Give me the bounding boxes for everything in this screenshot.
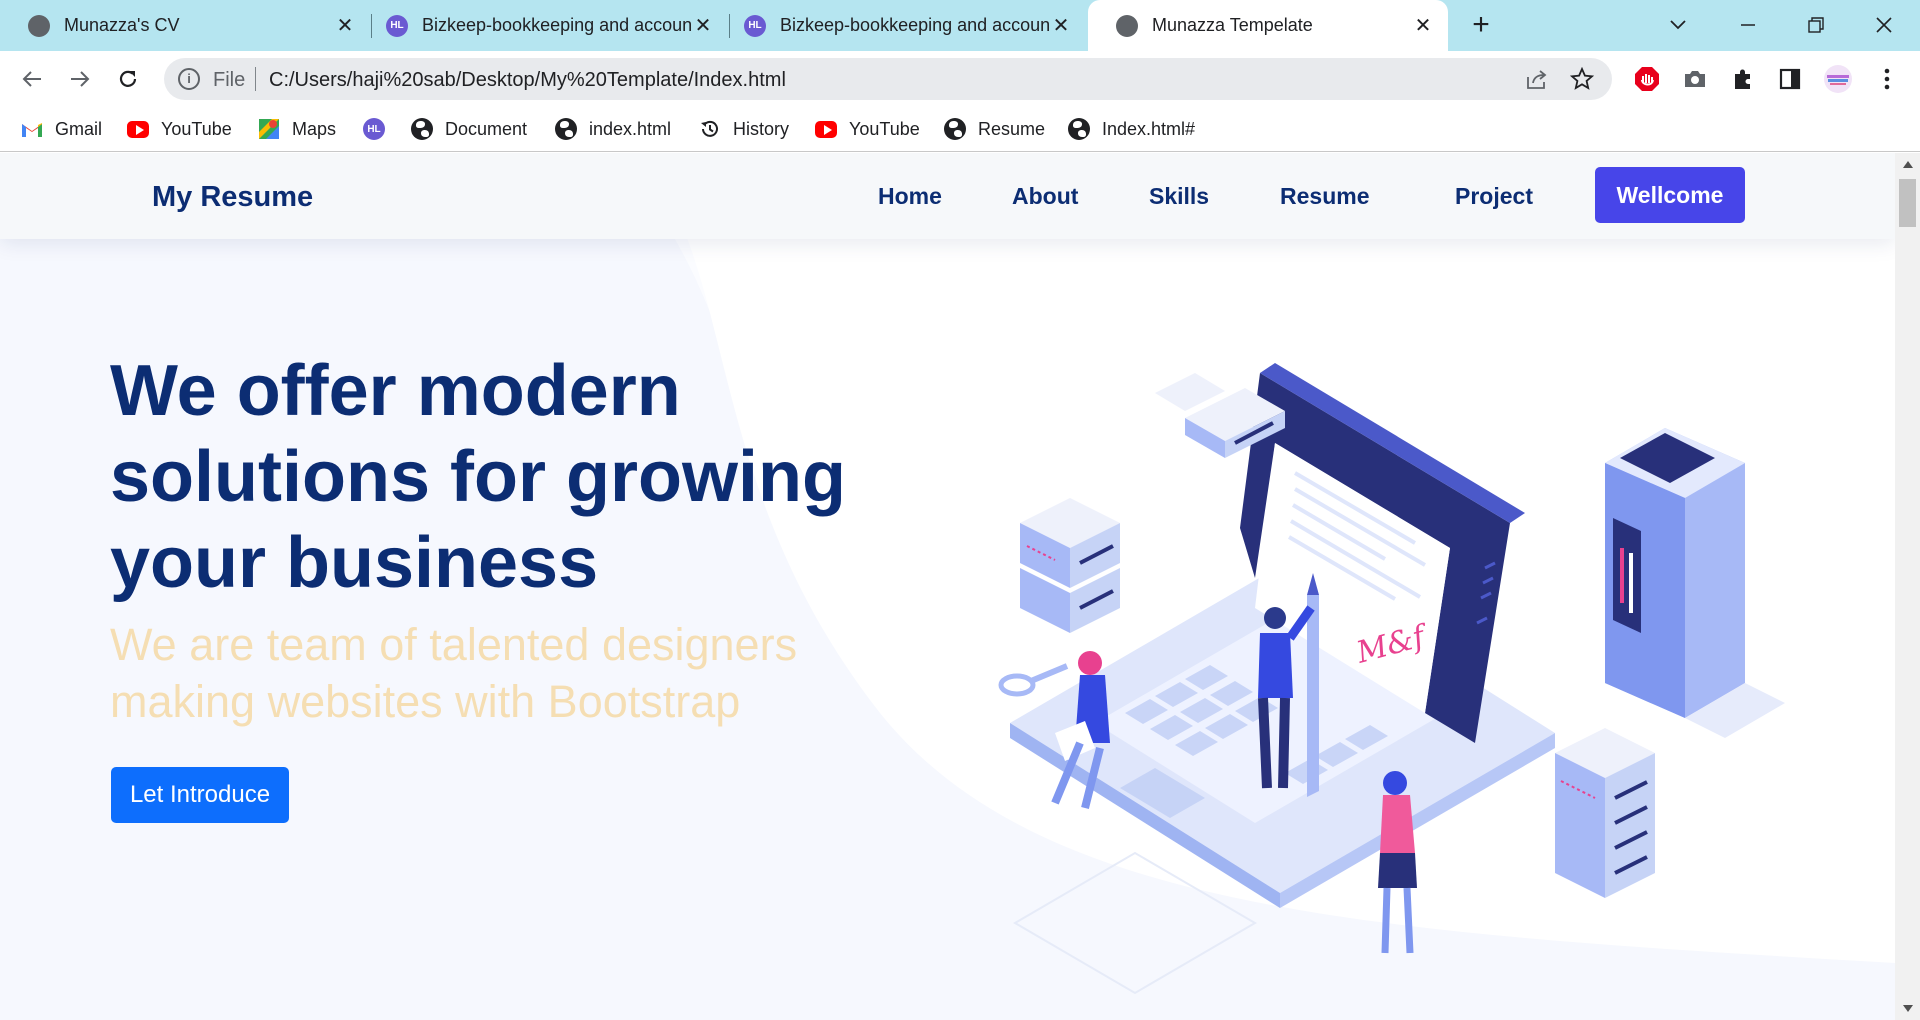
right-server-stack	[1555, 728, 1655, 898]
gmail-icon	[21, 118, 43, 140]
bookmark-label: Maps	[292, 118, 337, 139]
tab-title: Bizkeep-bookkeeping and accounting	[780, 15, 1050, 35]
browser-toolbar: i File C:/Users/haji%20sab/Desktop/My%20…	[0, 51, 1920, 107]
tab-title: Munazza's CV	[64, 15, 180, 35]
wellcome-button[interactable]: Wellcome	[1595, 167, 1745, 223]
hl-logo-icon: HL	[363, 118, 385, 140]
scroll-down-arrow-icon[interactable]	[1903, 1005, 1913, 1012]
close-icon[interactable]: ✕	[1050, 15, 1072, 37]
menu-kebab-icon[interactable]	[1872, 64, 1902, 94]
restore-icon[interactable]	[1799, 8, 1833, 42]
bookmark-label: Gmail	[55, 118, 103, 139]
scroll-up-arrow-icon[interactable]	[1903, 161, 1913, 168]
close-icon[interactable]: ✕	[1412, 15, 1434, 37]
key-icon	[998, 663, 1069, 697]
bookmark-index-html[interactable]: index.html	[555, 117, 671, 141]
close-icon[interactable]: ✕	[334, 15, 356, 37]
tab-title: Bizkeep-bookkeeping and accounting	[422, 15, 692, 35]
tab-strip: Munazza's CV ✕ HL Bizkeep-bookkeeping an…	[0, 0, 1920, 51]
page-viewport: My Resume Home About Skills Resume Proje…	[0, 153, 1895, 1020]
bookmark-gmail[interactable]: Gmail	[21, 117, 102, 141]
site-navbar: My Resume Home About Skills Resume Proje…	[0, 153, 1895, 239]
bookmark-resume[interactable]: Resume	[944, 117, 1045, 141]
bookmark-maps[interactable]: Maps	[258, 117, 336, 141]
bookmark-label: YouTube	[161, 118, 232, 139]
new-tab-button[interactable]: +	[1466, 10, 1496, 41]
globe-icon	[944, 118, 966, 140]
forward-arrow-icon[interactable]	[64, 63, 96, 95]
bookmark-label: index.html	[589, 118, 672, 139]
bookmarks-bar: Gmail YouTube Maps HL Document index.htm…	[0, 107, 1920, 152]
tab-munazza-tempelate[interactable]: Munazza Tempelate ✕	[1088, 0, 1448, 51]
globe-icon	[411, 118, 433, 140]
address-url[interactable]: C:/Users/haji%20sab/Desktop/My%20Templat…	[269, 69, 786, 92]
scroll-thumb[interactable]	[1899, 179, 1916, 227]
close-window-icon[interactable]	[1867, 8, 1901, 42]
bookmark-history[interactable]: History	[699, 117, 789, 141]
history-icon	[699, 118, 721, 140]
nav-home-link[interactable]: Home	[878, 183, 942, 210]
nav-skills-link[interactable]: Skills	[1149, 183, 1209, 210]
bookmark-label: Document	[445, 118, 528, 139]
left-server-stack	[1020, 498, 1120, 633]
tab-bizkeep-2[interactable]: HL Bizkeep-bookkeeping and accounting ✕	[716, 0, 1086, 51]
hl-logo-icon: HL	[744, 14, 766, 37]
address-divider	[255, 67, 256, 91]
tab-title: Munazza Tempelate	[1152, 15, 1313, 35]
profile-avatar-icon[interactable]	[1823, 64, 1853, 94]
globe-icon	[28, 14, 50, 37]
tab-munazzas-cv[interactable]: Munazza's CV ✕	[0, 0, 370, 51]
extensions-puzzle-icon[interactable]	[1728, 64, 1758, 94]
address-bar[interactable]: i File C:/Users/haji%20sab/Desktop/My%20…	[164, 58, 1612, 100]
bookmark-youtube-2[interactable]: YouTube	[815, 117, 920, 141]
bookmark-star-icon[interactable]	[1569, 66, 1595, 92]
brand-logo[interactable]: My Resume	[152, 181, 313, 214]
adblock-extension-icon[interactable]	[1632, 64, 1662, 94]
camera-icon[interactable]	[1680, 64, 1710, 94]
youtube-icon	[127, 118, 149, 140]
page-scrollbar[interactable]	[1895, 153, 1920, 1020]
bookmark-youtube[interactable]: YouTube	[127, 117, 232, 141]
let-introduce-button[interactable]: Let Introduce	[111, 767, 289, 823]
bookmark-document[interactable]: Document	[411, 117, 527, 141]
bookmark-label: YouTube	[849, 118, 920, 139]
back-arrow-icon[interactable]	[16, 63, 48, 95]
minimize-icon[interactable]	[1731, 8, 1765, 42]
bookmark-hl[interactable]: HL	[363, 117, 385, 141]
youtube-icon	[815, 118, 837, 140]
nav-about-link[interactable]: About	[1012, 183, 1078, 210]
close-icon[interactable]: ✕	[692, 15, 714, 37]
bookmark-label: History	[733, 118, 790, 139]
reload-icon[interactable]	[112, 63, 144, 95]
globe-icon	[1116, 14, 1138, 37]
nav-project-link[interactable]: Project	[1455, 183, 1533, 210]
globe-icon	[555, 118, 577, 140]
globe-icon	[1068, 118, 1090, 140]
side-panel-icon[interactable]	[1775, 64, 1805, 94]
nav-resume-link[interactable]: Resume	[1280, 183, 1369, 210]
bookmark-label: Index.html#	[1102, 118, 1196, 139]
bookmark-label: Resume	[978, 118, 1046, 139]
hl-logo-icon: HL	[386, 14, 408, 37]
hero-title: We offer modern solutions for growing yo…	[110, 351, 846, 603]
hero-subtitle: We are team of talented designers making…	[110, 619, 798, 727]
bookmark-index-html-hash[interactable]: Index.html#	[1068, 117, 1195, 141]
tab-bizkeep-1[interactable]: HL Bizkeep-bookkeeping and accounting ✕	[358, 0, 728, 51]
maps-icon	[258, 118, 280, 140]
hero-illustration: M&f	[998, 363, 1785, 995]
address-scheme-label: File	[213, 69, 246, 91]
share-icon[interactable]	[1524, 66, 1550, 92]
info-icon[interactable]: i	[178, 68, 200, 90]
tab-search-icon[interactable]	[1661, 8, 1695, 42]
